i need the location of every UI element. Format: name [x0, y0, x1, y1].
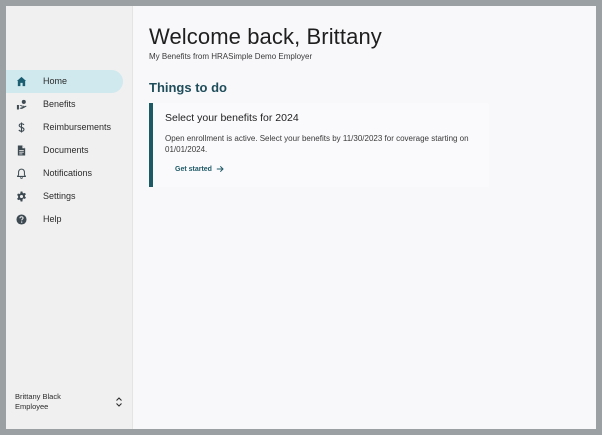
sidebar-item-notifications[interactable]: Notifications [6, 162, 132, 185]
card-title: Select your benefits for 2024 [165, 112, 299, 124]
benefits-icon [15, 99, 27, 111]
get-started-label: Get started [175, 165, 212, 173]
sidebar-nav: Home Benefits Reimbursements Documents N… [6, 70, 132, 231]
sidebar-item-benefits[interactable]: Benefits [6, 93, 132, 116]
sidebar-item-reimbursements[interactable]: Reimbursements [6, 116, 132, 139]
dollar-icon [15, 122, 27, 134]
get-started-link[interactable]: Get started [175, 165, 224, 173]
main-content: Welcome back, Brittany My Benefits from … [133, 6, 596, 429]
home-icon [15, 76, 27, 88]
page-subtitle: My Benefits from HRASimple Demo Employer [149, 52, 313, 61]
sidebar-item-label: Notifications [43, 168, 93, 178]
user-menu[interactable]: Brittany Black Employee [15, 392, 123, 412]
sidebar-item-label: Benefits [43, 99, 76, 109]
sidebar-item-documents[interactable]: Documents [6, 139, 132, 162]
user-role: Employee [15, 402, 49, 411]
document-icon [15, 145, 27, 157]
sidebar-item-label: Documents [43, 145, 89, 155]
sidebar-item-help[interactable]: Help [6, 208, 132, 231]
page-title: Welcome back, Brittany [149, 24, 382, 49]
chevron-up-down-icon[interactable] [115, 396, 123, 408]
gear-icon [15, 191, 27, 203]
help-icon [15, 214, 27, 226]
sidebar: Home Benefits Reimbursements Documents N… [6, 6, 133, 429]
sidebar-item-label: Reimbursements [43, 122, 112, 132]
sidebar-item-label: Settings [43, 191, 76, 201]
user-info: Brittany Black Employee [15, 392, 61, 412]
card-body: Open enrollment is active. Select your b… [165, 134, 469, 154]
sidebar-item-label: Home [43, 76, 68, 86]
sidebar-item-label: Help [43, 214, 62, 224]
app-window: Home Benefits Reimbursements Documents N… [6, 6, 596, 429]
user-name: Brittany Black [15, 392, 61, 401]
sidebar-item-home[interactable]: Home [6, 70, 123, 93]
sidebar-item-settings[interactable]: Settings [6, 185, 132, 208]
todo-card: Select your benefits for 2024 Open enrol… [149, 103, 489, 187]
bell-icon [15, 168, 27, 180]
section-title: Things to do [149, 80, 227, 95]
arrow-right-icon [216, 165, 224, 173]
